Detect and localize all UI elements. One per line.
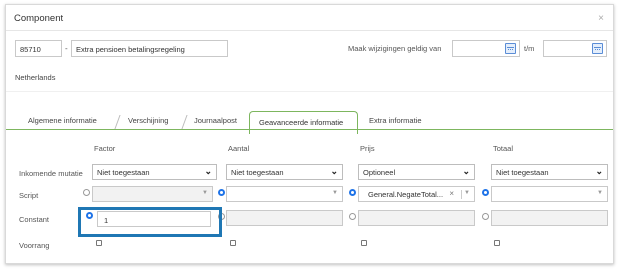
factor-inkomende-select[interactable]: Niet toegestaan ⌄	[92, 164, 217, 180]
totaal-inkomende-select[interactable]: Niet toegestaan ⌄	[491, 164, 608, 180]
prijs-constant-field[interactable]	[358, 210, 475, 226]
factor-script-select[interactable]: ▼	[92, 186, 213, 202]
prijs-script-select[interactable]: General.NegateTotal... × ▼	[358, 186, 475, 202]
row-label-inkomende-mutatie: Inkomende mutatie	[19, 169, 83, 178]
chevron-down-icon: ⌄	[462, 166, 470, 176]
dialog-title: Component	[14, 13, 64, 24]
prijs-voorrang-checkbox[interactable]	[361, 240, 367, 246]
totaal-constant-radio[interactable]	[482, 213, 489, 220]
totaal-script-select[interactable]: ▼	[491, 186, 608, 202]
chevron-down-icon: ⌄	[595, 166, 603, 176]
totaal-script-radio[interactable]	[482, 189, 489, 196]
country-label: Netherlands	[15, 73, 56, 82]
totaal-constant-field[interactable]	[491, 210, 608, 226]
aantal-voorrang-checkbox[interactable]	[230, 240, 236, 246]
valid-to-date-field[interactable]	[543, 40, 607, 57]
tab-separator	[114, 115, 121, 129]
aantal-script-radio[interactable]	[218, 189, 225, 196]
clear-icon[interactable]: ×	[449, 189, 454, 198]
component-code-field[interactable]: 85710	[15, 40, 62, 57]
aantal-inkomende-select[interactable]: Niet toegestaan ⌄	[226, 164, 343, 180]
chevron-down-icon: ⌄	[204, 166, 212, 176]
valid-from-date-field[interactable]	[452, 40, 520, 57]
calendar-icon[interactable]	[505, 43, 516, 54]
prijs-script-radio[interactable]	[349, 189, 356, 196]
factor-script-radio[interactable]	[83, 189, 90, 196]
valid-from-label: Maak wijzigingen geldig van	[348, 44, 442, 53]
prijs-inkomende-select[interactable]: Optioneel ⌄	[358, 164, 475, 180]
tab-verschijning[interactable]: Verschijning	[128, 116, 168, 125]
row-label-voorrang: Voorrang	[19, 241, 50, 250]
calendar-icon[interactable]	[592, 43, 603, 54]
close-icon[interactable]: ×	[598, 13, 604, 24]
tab-geavanceerde-informatie[interactable]: Geavanceerde informatie	[249, 111, 358, 134]
column-header-aantal: Aantal	[228, 144, 250, 153]
prijs-constant-radio[interactable]	[349, 213, 356, 220]
column-header-prijs: Prijs	[360, 144, 375, 153]
chevron-down-icon: ⌄	[330, 166, 338, 176]
component-dialog: Component × 85710 - Extra pensioen betal…	[5, 4, 614, 264]
divider	[6, 91, 613, 92]
caret-down-icon: ▼	[597, 190, 603, 196]
tab-extra-informatie[interactable]: Extra informatie	[369, 116, 422, 125]
column-header-factor: Factor	[94, 144, 116, 153]
tab-algemene-informatie[interactable]: Algemene informatie	[28, 116, 97, 125]
row-label-constant: Constant	[19, 215, 50, 224]
code-name-separator: -	[65, 44, 68, 53]
column-header-totaal: Totaal	[493, 144, 514, 153]
highlight-box	[78, 207, 222, 237]
aantal-script-select[interactable]: ▼	[226, 186, 343, 202]
aantal-constant-field[interactable]	[226, 210, 343, 226]
header-row: 85710 - Extra pensioen betalingsregeling…	[6, 40, 613, 58]
component-name-field[interactable]: Extra pensioen betalingsregeling	[71, 40, 228, 57]
totaal-voorrang-checkbox[interactable]	[494, 240, 500, 246]
caret-down-icon: ▼	[464, 190, 470, 196]
caret-down-icon: ▼	[202, 190, 208, 196]
dialog-titlebar: Component ×	[6, 5, 613, 31]
row-label-script: Script	[19, 191, 39, 200]
divider	[461, 190, 462, 199]
tab-journaalpost[interactable]: Journaalpost	[194, 116, 237, 125]
tab-bar: Algemene informatie Verschijning Journaa…	[6, 110, 613, 134]
caret-down-icon: ▼	[332, 190, 338, 196]
valid-to-label: t/m	[524, 44, 535, 53]
factor-voorrang-checkbox[interactable]	[96, 240, 102, 246]
tab-separator	[181, 115, 188, 129]
tab-underline	[6, 129, 613, 130]
